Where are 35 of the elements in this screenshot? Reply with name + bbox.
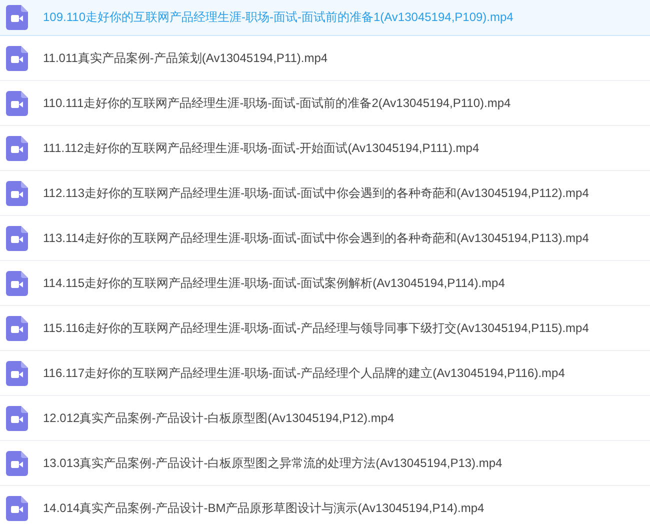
file-row[interactable]: 115.116走好你的互联网产品经理生涯-职场-面试-产品经理与领导同事下级打交(Av13045194,P115).mp4 <box>0 306 650 351</box>
video-file-icon <box>6 136 28 160</box>
file-name: 109.110走好你的互联网产品经理生涯-职场-面试-面试前的准备1(Av13045194,P109).mp4 <box>43 9 514 26</box>
file-name: 115.116走好你的互联网产品经理生涯-职场-面试-产品经理与领导同事下级打交(Av13045194,P115).mp4 <box>43 320 589 336</box>
file-row[interactable]: 11.011真实产品案例-产品策划(Av13045194,P11).mp4 <box>0 36 650 81</box>
video-file-icon <box>6 450 28 476</box>
video-file-icon <box>6 270 28 296</box>
video-file-icon <box>6 180 28 206</box>
video-file-icon <box>6 5 28 30</box>
file-name: 116.117走好你的互联网产品经理生涯-职场-面试-产品经理个人品牌的建立(Av13045194,P116).mp4 <box>43 364 565 382</box>
file-name: 11.011真实产品案例-产品策划(Av13045194,P11).mp4 <box>43 50 328 66</box>
file-name: 13.013真实产品案例-产品设计-白板原型图之异常流的处理方法(Av13045194,P13).mp4 <box>43 454 502 472</box>
file-row[interactable]: 13.013真实产品案例-产品设计-白板原型图之异常流的处理方法(Av13045194,P13).mp4 <box>0 441 650 486</box>
file-name: 113.114走好你的互联网产品经理生涯-职场-面试-面试中你会遇到的各种奇葩和(Av13045194,P113).mp4 <box>43 230 589 246</box>
file-name: 112.113走好你的互联网产品经理生涯-职场-面试-面试中你会遇到的各种奇葩和(Av13045194,P112).mp4 <box>43 184 589 202</box>
file-row[interactable]: 112.113走好你的互联网产品经理生涯-职场-面试-面试中你会遇到的各种奇葩和(Av13045194,P112).mp4 <box>0 171 650 216</box>
file-name: 110.111走好你的互联网产品经理生涯-职场-面试-面试前的准备2(Av13045194,P110).mp4 <box>43 94 511 112</box>
video-file-icon <box>6 406 28 430</box>
file-row[interactable]: 116.117走好你的互联网产品经理生涯-职场-面试-产品经理个人品牌的建立(Av13045194,P116).mp4 <box>0 351 650 396</box>
file-name: 114.115走好你的互联网产品经理生涯-职场-面试-面试案例解析(Av13045194,P114).mp4 <box>43 274 505 292</box>
video-file-icon <box>6 226 28 250</box>
file-row[interactable]: 14.014真实产品案例-产品设计-BM产品原形草图设计与演示(Av13045194,P14).mp4 <box>0 486 650 529</box>
file-row[interactable]: 12.012真实产品案例-产品设计-白板原型图(Av13045194,P12).mp4 <box>0 396 650 441</box>
file-row[interactable]: 111.112走好你的互联网产品经理生涯-职场-面试-开始面试(Av13045194,P111).mp4 <box>0 126 650 171</box>
file-name: 111.112走好你的互联网产品经理生涯-职场-面试-开始面试(Av13045194,P111).mp4 <box>43 140 480 156</box>
file-row[interactable]: 113.114走好你的互联网产品经理生涯-职场-面试-面试中你会遇到的各种奇葩和(Av13045194,P113).mp4 <box>0 216 650 261</box>
video-file-icon <box>6 496 28 520</box>
file-name: 14.014真实产品案例-产品设计-BM产品原形草图设计与演示(Av13045194,P14).mp4 <box>43 500 484 516</box>
video-file-icon <box>6 360 28 386</box>
file-row[interactable]: 110.111走好你的互联网产品经理生涯-职场-面试-面试前的准备2(Av13045194,P110).mp4 <box>0 81 650 126</box>
video-file-icon <box>6 90 28 116</box>
file-row[interactable]: 114.115走好你的互联网产品经理生涯-职场-面试-面试案例解析(Av13045194,P114).mp4 <box>0 261 650 306</box>
video-file-icon <box>6 316 28 340</box>
file-name: 12.012真实产品案例-产品设计-白板原型图(Av13045194,P12).mp4 <box>43 410 394 426</box>
video-file-icon <box>6 46 28 70</box>
